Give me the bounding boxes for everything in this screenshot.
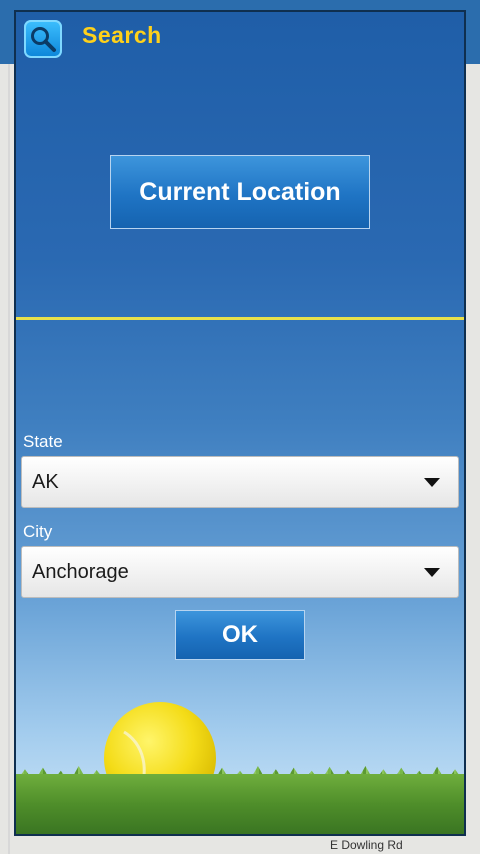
city-select[interactable]: Anchorage: [21, 546, 459, 598]
search-dialog: Search Current Location State AK City An…: [14, 10, 466, 836]
state-value: AK: [32, 471, 59, 493]
chevron-down-icon: [424, 478, 440, 487]
state-label: State: [23, 432, 63, 451]
state-select[interactable]: AK: [21, 456, 459, 508]
ok-button[interactable]: OK: [175, 610, 305, 660]
search-icon: [24, 20, 62, 58]
map-street-label: E Dowling Rd: [330, 838, 403, 852]
divider: [16, 317, 464, 320]
city-value: Anchorage: [32, 561, 129, 583]
grass-image: [16, 774, 464, 834]
dialog-header: Search: [16, 12, 464, 62]
city-label: City: [23, 522, 53, 541]
dialog-title: Search: [82, 22, 162, 48]
current-location-button[interactable]: Current Location: [110, 155, 370, 229]
chevron-down-icon: [424, 568, 440, 577]
